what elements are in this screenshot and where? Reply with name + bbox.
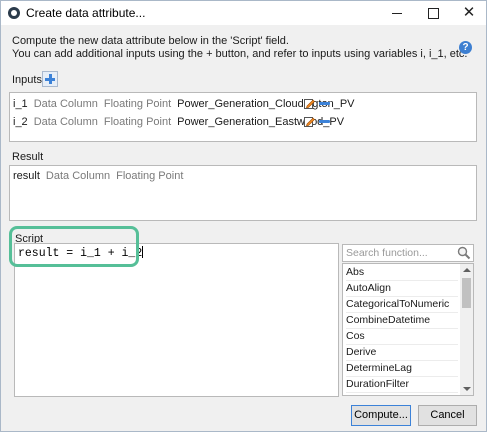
search-icon xyxy=(457,246,471,260)
function-item[interactable]: AutoAlign xyxy=(346,280,458,297)
maximize-button[interactable] xyxy=(415,1,451,25)
input-row: i_2 Data Column Floating Point Power_Genera… xyxy=(13,116,344,128)
add-input-button[interactable] xyxy=(42,71,58,87)
inputs-label: Inputs xyxy=(12,74,42,86)
input-id: i_1 xyxy=(13,98,28,110)
result-kind: Data Column xyxy=(45,170,111,182)
app-icon xyxy=(8,7,20,19)
function-item[interactable]: Cos xyxy=(346,328,458,345)
function-item[interactable]: Abs xyxy=(346,264,458,281)
minimize-button[interactable] xyxy=(379,1,415,25)
remove-input-icon[interactable] xyxy=(319,120,330,123)
search-placeholder: Search function... xyxy=(346,247,428,259)
result-panel: result Data Column Floating Point xyxy=(9,165,477,221)
inputs-panel: i_1 Data Column Floating Point Power_Genera… xyxy=(9,92,477,142)
dialog-window: Create data attribute... ✕ Compute the n… xyxy=(0,0,487,432)
help-icon[interactable]: ? xyxy=(459,41,472,54)
cancel-button[interactable]: Cancel xyxy=(418,405,477,426)
function-search-input[interactable]: Search function... xyxy=(342,244,474,262)
scroll-down-icon[interactable] xyxy=(463,387,471,391)
input-id: i_2 xyxy=(13,116,28,128)
description: Compute the new data attribute below in … xyxy=(12,35,468,61)
input-type: Floating Point xyxy=(103,98,172,110)
result-id: result xyxy=(13,170,40,182)
function-item[interactable]: Derive xyxy=(346,344,458,361)
result-type: Floating Point xyxy=(116,170,184,182)
text-caret xyxy=(142,246,144,258)
input-type: Floating Point xyxy=(103,116,172,128)
function-item[interactable]: CategoricalToNumeric xyxy=(346,296,458,313)
title-bar: Create data attribute... ✕ xyxy=(1,1,486,25)
window-title: Create data attribute... xyxy=(26,6,146,20)
result-row: result Data Column Floating Point xyxy=(13,170,183,182)
description-line-1: Compute the new data attribute below in … xyxy=(12,35,289,47)
function-list: Abs AutoAlign CategoricalToNumeric Combi… xyxy=(342,263,474,396)
function-item[interactable]: DurationFilter xyxy=(346,376,458,393)
description-line-2: You can add additional inputs using the … xyxy=(12,48,468,60)
input-kind: Data Column xyxy=(33,98,98,110)
edit-icon[interactable] xyxy=(304,98,315,109)
scroll-up-icon[interactable] xyxy=(463,268,471,272)
input-kind: Data Column xyxy=(33,116,98,128)
close-button[interactable]: ✕ xyxy=(451,1,487,25)
function-item[interactable]: CombineDatetime xyxy=(346,312,458,329)
script-highlight-frame xyxy=(9,226,139,267)
function-item[interactable]: DetermineLag xyxy=(346,360,458,377)
edit-icon[interactable] xyxy=(304,116,315,127)
scrollbar-thumb[interactable] xyxy=(462,278,471,308)
remove-input-icon[interactable] xyxy=(319,102,330,105)
compute-button[interactable]: Compute... xyxy=(351,405,411,426)
result-label: Result xyxy=(12,151,44,163)
function-list-scrollbar[interactable] xyxy=(460,264,473,395)
